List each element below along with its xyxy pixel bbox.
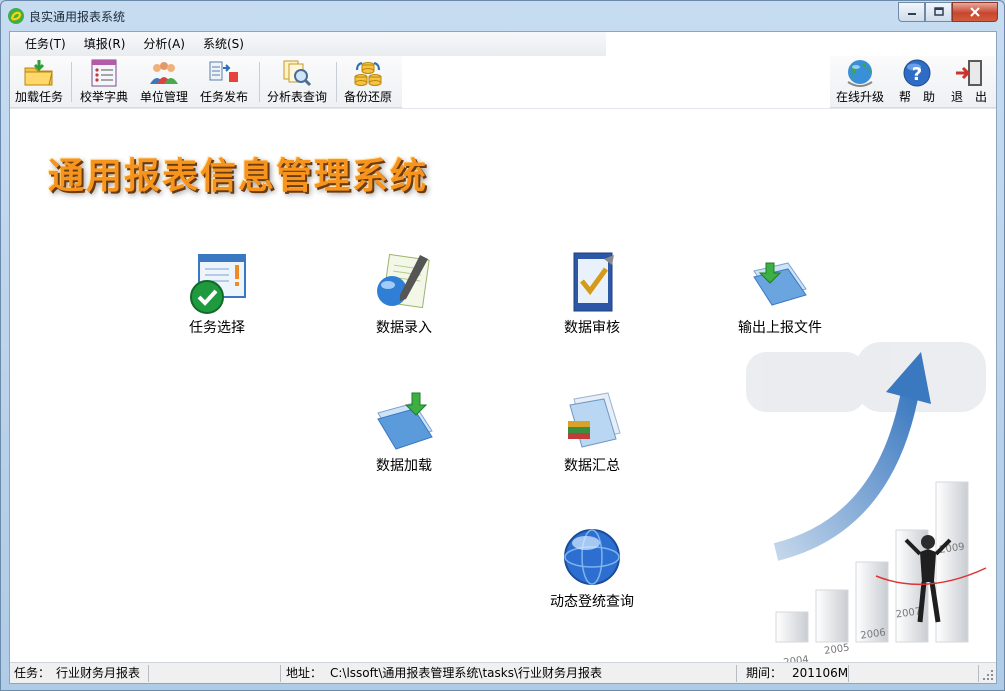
- publish-icon: [209, 61, 238, 82]
- task-select-button[interactable]: 任务选择: [147, 251, 287, 337]
- help-label: 帮 助: [898, 90, 935, 104]
- help-icon: ?: [903, 59, 931, 87]
- export-file-button[interactable]: 输出上报文件: [710, 251, 850, 337]
- task-publish-label: 任务发布: [199, 90, 248, 104]
- dynamic-query-icon: [564, 529, 620, 585]
- toolbar: 加载任务 校举字典 单位管理 任务发布 分析表查询 备份还原 在线升级 ? 帮 …: [10, 56, 996, 108]
- exit-icon: [956, 60, 982, 86]
- menu-system[interactable]: 系统(S): [194, 32, 253, 56]
- data-summary-button[interactable]: 数据汇总: [522, 389, 662, 475]
- analysis-query-label: 分析表查询: [266, 90, 327, 104]
- users-icon: [150, 62, 178, 84]
- exit-label: 退 出: [950, 90, 987, 104]
- task-select-icon: [190, 254, 246, 314]
- main-panel: 通用报表信息管理系统 2004 2005 2006 2007 2009 任务选择…: [10, 109, 996, 662]
- data-audit-label: 数据审核: [564, 320, 620, 336]
- status-bar: 任务： 行业财务月报表 地址： C:\lssoft\通用报表管理系统\tasks…: [10, 662, 996, 683]
- dynamic-query-label: 动态登统查询: [550, 594, 634, 610]
- toolbar-separator: [259, 62, 260, 102]
- window-controls: [898, 2, 998, 22]
- resize-grip-icon[interactable]: [982, 669, 994, 681]
- exit-button[interactable]: 退 出: [946, 58, 992, 106]
- export-file-label: 输出上报文件: [738, 320, 822, 336]
- runner-figure: [875, 535, 987, 623]
- data-audit-icon: [573, 252, 614, 312]
- status-separator: [978, 665, 979, 682]
- data-summary-icon: [568, 392, 621, 448]
- window-title: 良实通用报表系统: [29, 10, 126, 24]
- data-entry-icon: [377, 253, 430, 309]
- online-upgrade-button[interactable]: 在线升级: [834, 58, 886, 106]
- minimize-button[interactable]: [898, 2, 925, 22]
- app-window: 良实通用报表系统 任务(T) 填报(R) 分析(A) 系统(S) 加载任务 校举…: [0, 0, 1005, 691]
- task-publish-button[interactable]: 任务发布: [196, 58, 252, 106]
- status-address-value: C:\lssoft\通用报表管理系统\tasks\行业财务月报表: [330, 666, 603, 680]
- database-backup-icon: [354, 62, 382, 86]
- dictionary-icon: [91, 59, 117, 87]
- menu-task[interactable]: 任务(T): [16, 32, 75, 56]
- menu-bar: 任务(T) 填报(R) 分析(A) 系统(S): [10, 32, 606, 56]
- data-load-label: 数据加载: [376, 458, 432, 474]
- task-select-label: 任务选择: [189, 320, 245, 336]
- maximize-button[interactable]: [925, 2, 952, 22]
- backup-restore-label: 备份还原: [343, 90, 392, 104]
- client-area: 任务(T) 填报(R) 分析(A) 系统(S) 加载任务 校举字典 单位管理 任…: [9, 31, 997, 684]
- growth-chart-illustration: 2004 2005 2006 2007 2009: [746, 342, 987, 662]
- app-logo-icon: [8, 8, 24, 24]
- year-label: 2005: [824, 643, 851, 657]
- data-entry-label: 数据录入: [376, 320, 432, 336]
- data-load-icon: [377, 392, 433, 450]
- load-task-label: 加载任务: [14, 90, 63, 104]
- toolbar-right-group: 在线升级 ? 帮 助 退 出: [830, 56, 996, 108]
- status-separator: [736, 665, 737, 682]
- status-task-label: 任务：: [14, 666, 51, 680]
- status-address-label: 地址：: [286, 666, 323, 680]
- close-button[interactable]: [952, 2, 998, 22]
- export-file-icon: [753, 262, 807, 306]
- unit-management-label: 单位管理: [139, 90, 188, 104]
- minimize-icon: [907, 13, 916, 15]
- svg-text:?: ?: [912, 64, 922, 85]
- dictionary-button[interactable]: 校举字典: [76, 58, 132, 106]
- search-docs-icon: [283, 60, 312, 87]
- data-audit-button[interactable]: 数据审核: [522, 251, 662, 337]
- toolbar-separator: [71, 62, 72, 102]
- toolbar-left-group: 加载任务 校举字典 单位管理 任务发布 分析表查询 备份还原: [10, 56, 402, 108]
- online-upgrade-label: 在线升级: [835, 90, 884, 104]
- status-separator: [280, 665, 281, 682]
- data-summary-label: 数据汇总: [564, 458, 620, 474]
- banner-title: 通用报表信息管理系统: [48, 156, 429, 197]
- data-load-button[interactable]: 数据加载: [334, 389, 474, 475]
- title-bar[interactable]: 良实通用报表系统: [1, 1, 1004, 31]
- status-separator: [848, 665, 849, 682]
- menu-fill[interactable]: 填报(R): [75, 32, 135, 56]
- load-task-button[interactable]: 加载任务: [12, 58, 66, 106]
- dynamic-query-button[interactable]: 动态登统查询: [522, 525, 662, 611]
- folder-load-icon: [24, 60, 53, 86]
- menu-analysis[interactable]: 分析(A): [134, 32, 194, 56]
- status-task-value: 行业财务月报表: [56, 666, 141, 680]
- help-button[interactable]: ? 帮 助: [894, 58, 940, 106]
- unit-management-button[interactable]: 单位管理: [136, 58, 192, 106]
- status-period-label: 期间：: [746, 666, 783, 680]
- backup-restore-button[interactable]: 备份还原: [340, 58, 396, 106]
- maximize-icon: [933, 7, 944, 16]
- status-period-value: 201106M: [792, 666, 849, 680]
- toolbar-separator: [336, 62, 337, 102]
- year-label: 2004: [783, 654, 810, 662]
- dictionary-label: 校举字典: [79, 90, 128, 104]
- analysis-query-button[interactable]: 分析表查询: [264, 58, 330, 106]
- close-icon: [970, 7, 980, 17]
- globe-icon: [847, 60, 873, 87]
- data-entry-button[interactable]: 数据录入: [334, 251, 474, 337]
- status-separator: [148, 665, 149, 682]
